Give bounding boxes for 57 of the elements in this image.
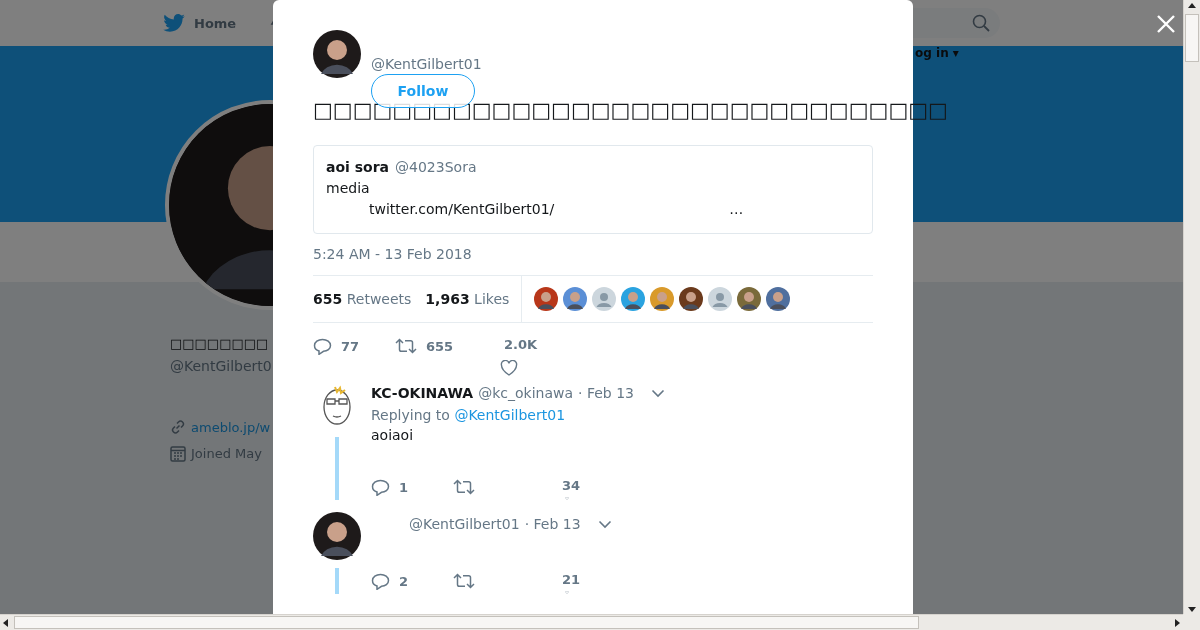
reply-icon[interactable] xyxy=(371,572,390,590)
mention-link[interactable]: @KentGilbert01 xyxy=(454,407,566,423)
avatar[interactable] xyxy=(313,512,361,560)
joined-date: Joined May xyxy=(191,446,262,461)
like-count: 21 xyxy=(562,572,581,587)
profile-handle: @KentGilbert0 xyxy=(170,357,272,376)
reply-text: aoiaoi xyxy=(371,427,415,443)
tweet-timestamp: 5:24 AM - 13 Feb 2018 xyxy=(313,246,473,262)
heart-icon[interactable] xyxy=(500,360,518,376)
home-link[interactable]: Home xyxy=(163,14,237,32)
link-icon xyxy=(170,419,186,435)
avatar[interactable] xyxy=(737,287,762,311)
horizontal-scrollbar[interactable] xyxy=(0,614,1183,630)
retweet-count: 655 xyxy=(426,338,454,354)
retweet-icon[interactable] xyxy=(395,338,417,354)
avatar[interactable] xyxy=(313,30,361,78)
quoted-author-name: aoi sora xyxy=(326,158,390,177)
avatar[interactable] xyxy=(534,287,559,311)
reply-author-handle[interactable]: @kc_okinawa xyxy=(478,385,573,401)
avatar[interactable] xyxy=(563,287,588,311)
avatar[interactable] xyxy=(679,287,704,311)
vertical-scrollbar[interactable] xyxy=(1183,0,1200,614)
reply-count: 2 xyxy=(399,573,409,589)
retweets-stat[interactable]: 655 Retweets xyxy=(313,291,412,307)
quoted-tweet-card[interactable]: aoi sora @4023Sora media twitter.com/KentGilbert01/ … xyxy=(313,145,873,234)
bird-logo-icon xyxy=(163,14,185,32)
quoted-url: twitter.com/KentGilbert01/ xyxy=(369,200,555,219)
reply-date[interactable]: · Feb 13 xyxy=(578,385,634,401)
quoted-text: media xyxy=(326,179,371,198)
reply-icon[interactable] xyxy=(313,337,332,355)
avatar[interactable] xyxy=(766,287,791,311)
retweet-icon[interactable] xyxy=(453,479,475,495)
close-icon[interactable] xyxy=(1156,14,1176,34)
retweet-icon[interactable] xyxy=(453,573,475,589)
chevron-down-icon[interactable] xyxy=(597,519,612,529)
quoted-author-handle: @4023Sora xyxy=(395,158,477,177)
replying-to-text: Replying to @KentGilbert01 xyxy=(371,407,567,423)
reply-count: 77 xyxy=(341,338,360,354)
like-count: 2.0K xyxy=(504,337,538,352)
likes-stat[interactable]: 1,963 Likes xyxy=(425,291,510,307)
reply-author-handle[interactable]: @KentGilbert01 xyxy=(409,516,520,532)
scrollbar-thumb[interactable] xyxy=(1185,14,1199,62)
reply-count: 1 xyxy=(399,479,409,495)
avatar[interactable] xyxy=(650,287,675,311)
author-handle[interactable]: @KentGilbert01 xyxy=(371,56,482,72)
ellipsis: … xyxy=(729,200,744,219)
search-icon[interactable] xyxy=(972,14,990,32)
reply-date[interactable]: · Feb 13 xyxy=(524,516,581,532)
scroll-down-arrow-icon[interactable] xyxy=(1187,604,1197,614)
chevron-down-icon[interactable] xyxy=(650,388,665,398)
avatar[interactable] xyxy=(621,287,646,311)
like-count: 34 xyxy=(562,478,581,493)
scrollbar-thumb[interactable] xyxy=(14,616,919,629)
profile-name: □□□□□□□□ xyxy=(170,335,269,353)
calendar-icon xyxy=(170,445,186,462)
reply-author-name[interactable]: KC-OKINAWA xyxy=(371,385,474,401)
reply-icon[interactable] xyxy=(371,478,390,496)
